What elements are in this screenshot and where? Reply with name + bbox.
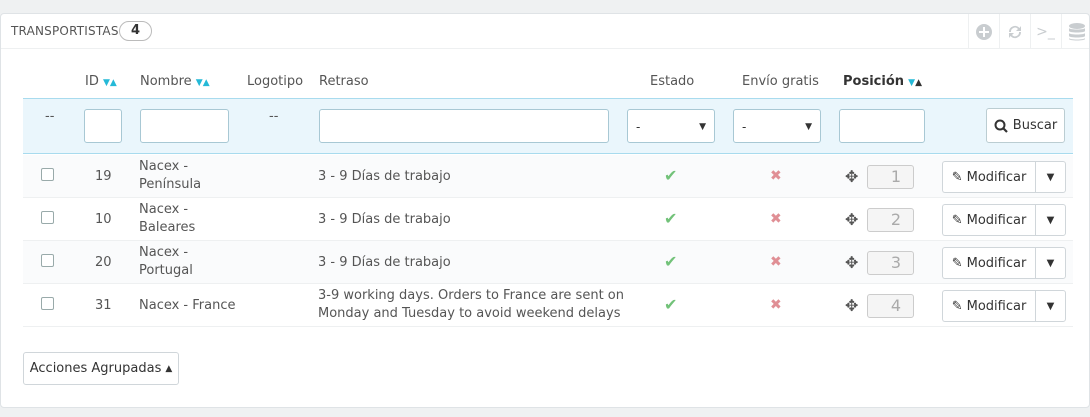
col-id-header[interactable]: ID ▼▲ <box>85 74 117 89</box>
pencil-icon: ✎ <box>951 298 963 314</box>
col-estado-header: Estado <box>650 74 695 89</box>
edit-button[interactable]: ✎ Modificar <box>942 161 1035 193</box>
edit-button[interactable]: ✎ Modificar <box>942 204 1035 236</box>
free-shipping-cross-icon[interactable]: ✖ <box>770 253 782 271</box>
drag-handle-icon[interactable]: ✥ <box>845 167 858 186</box>
row-id: 20 <box>95 255 112 270</box>
row-checkbox[interactable] <box>41 168 54 181</box>
edit-button[interactable]: ✎ Modificar <box>942 290 1035 322</box>
free-shipping-cross-icon[interactable]: ✖ <box>770 296 782 314</box>
refresh-icon <box>1008 25 1021 38</box>
row-name: Nacex - Baleares <box>139 202 196 235</box>
row-id: 31 <box>95 298 112 313</box>
row-id: 19 <box>95 169 112 184</box>
col-nombre-header[interactable]: Nombre ▼▲ <box>140 74 210 89</box>
drag-handle-icon[interactable]: ✥ <box>845 296 858 315</box>
sql-icon: >_ <box>1036 23 1055 40</box>
caret-down-icon: ▼ <box>1046 257 1055 269</box>
retraso-filter-input[interactable] <box>319 109 609 143</box>
enabled-check-icon[interactable]: ✔ <box>664 210 677 228</box>
table-row: 10 Nacex - Baleares 3 - 9 Días de trabajo… <box>23 198 1073 241</box>
row-actions-dropdown[interactable]: ▼ <box>1035 204 1066 236</box>
position-input[interactable]: 1 <box>867 165 914 189</box>
caret-up-icon: ▲ <box>165 363 173 374</box>
row-delay: 3 - 9 Días de trabajo <box>318 212 451 227</box>
row-checkbox[interactable] <box>41 254 54 267</box>
drag-handle-icon[interactable]: ✥ <box>845 253 858 272</box>
caret-down-icon: ▼ <box>1046 300 1055 312</box>
col-envio-header: Envío gratis <box>742 74 819 89</box>
sql-manager-button[interactable]: >_ <box>1030 14 1060 49</box>
drag-handle-icon[interactable]: ✥ <box>845 210 858 229</box>
count-badge: 4 <box>119 21 152 41</box>
caret-down-icon: ▼ <box>1046 214 1055 226</box>
table-row: 19 Nacex - Península 3 - 9 Días de trabaj… <box>23 155 1073 198</box>
row-name: Nacex - Portugal <box>139 245 193 278</box>
col-retraso-header: Retraso <box>319 74 369 89</box>
pencil-icon: ✎ <box>951 169 963 185</box>
edit-button[interactable]: ✎ Modificar <box>942 247 1035 279</box>
position-input[interactable]: 4 <box>867 294 914 318</box>
bulk-actions-button[interactable]: Acciones Agrupadas ▲ <box>23 352 179 385</box>
add-new-button[interactable] <box>968 14 998 49</box>
nombre-filter-input[interactable] <box>140 109 229 143</box>
row-checkbox[interactable] <box>41 297 54 310</box>
caret-down-icon: ▼ <box>805 122 812 132</box>
export-database-button[interactable] <box>1061 14 1090 49</box>
estado-filter-select[interactable]: - ▼ <box>627 109 715 143</box>
id-filter-input[interactable] <box>84 109 122 143</box>
free-shipping-cross-icon[interactable]: ✖ <box>770 167 782 185</box>
pencil-icon: ✎ <box>951 212 963 228</box>
checkbox-placeholder: -- <box>45 109 55 124</box>
database-icon <box>1068 22 1085 40</box>
row-name: Nacex - France <box>139 298 236 313</box>
sort-icon[interactable]: ▼▲ <box>196 78 210 88</box>
col-logotipo-header: Logotipo <box>247 74 304 89</box>
free-shipping-cross-icon[interactable]: ✖ <box>770 210 782 228</box>
position-input[interactable]: 3 <box>867 251 914 275</box>
caret-down-icon: ▼ <box>1046 171 1055 183</box>
enabled-check-icon[interactable]: ✔ <box>664 167 677 185</box>
panel-heading: TRANSPORTISTAS 4 >_ <box>1 14 1089 49</box>
caret-down-icon: ▼ <box>699 122 706 132</box>
sort-icon[interactable]: ▼▲ <box>908 78 922 88</box>
search-icon <box>994 119 1008 133</box>
filter-row: -- -- - ▼ - ▼ Buscar <box>23 98 1073 154</box>
col-posicion-header[interactable]: Posición ▼▲ <box>843 74 922 89</box>
row-checkbox[interactable] <box>41 211 54 224</box>
refresh-button[interactable] <box>999 14 1029 49</box>
row-actions-dropdown[interactable]: ▼ <box>1035 161 1066 193</box>
pencil-icon: ✎ <box>951 255 963 271</box>
posicion-filter-input[interactable] <box>839 109 925 143</box>
search-button[interactable]: Buscar <box>986 108 1065 143</box>
row-name: Nacex - Península <box>139 159 202 192</box>
table-row: 20 Nacex - Portugal 3 - 9 Días de trabajo… <box>23 241 1073 284</box>
sort-icon[interactable]: ▼▲ <box>103 78 117 88</box>
enabled-check-icon[interactable]: ✔ <box>664 253 677 271</box>
panel-title: TRANSPORTISTAS <box>11 24 119 38</box>
logo-placeholder: -- <box>269 109 279 124</box>
row-delay: 3 - 9 Días de trabajo <box>318 169 451 184</box>
row-id: 10 <box>95 212 112 227</box>
table-row: 31 Nacex - France 3-9 working days. Orde… <box>23 284 1073 327</box>
position-input[interactable]: 2 <box>867 208 914 232</box>
row-delay: 3-9 working days. Orders to France are s… <box>318 288 624 321</box>
row-actions-dropdown[interactable]: ▼ <box>1035 290 1066 322</box>
row-delay: 3 - 9 Días de trabajo <box>318 255 451 270</box>
envio-filter-select[interactable]: - ▼ <box>733 109 821 143</box>
add-icon <box>975 23 992 40</box>
enabled-check-icon[interactable]: ✔ <box>664 296 677 314</box>
row-actions-dropdown[interactable]: ▼ <box>1035 247 1066 279</box>
